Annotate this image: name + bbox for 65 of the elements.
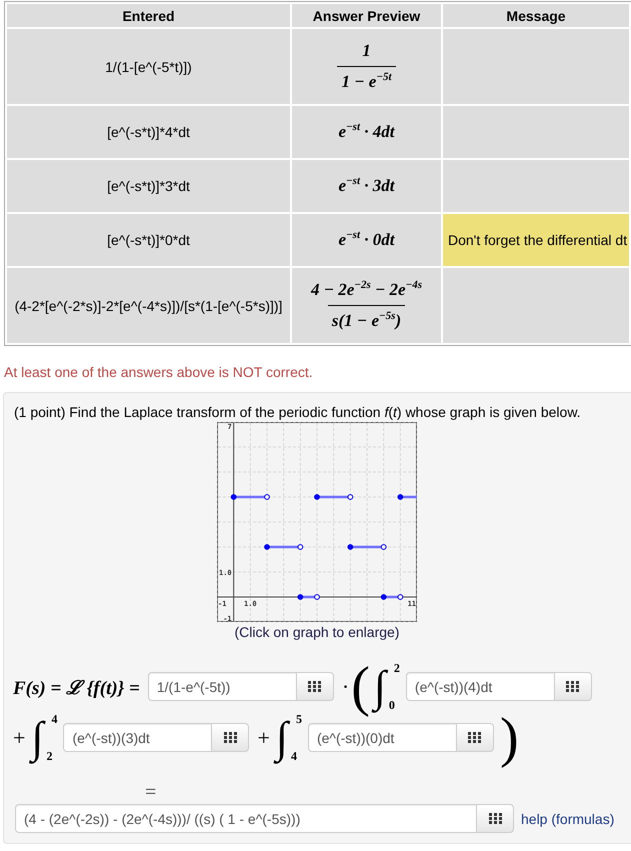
column-header: Entered — [7, 4, 290, 27]
answer-field[interactable]: 1/(1-e^(-5t)) — [148, 672, 296, 701]
math-expression: e$^{−st}$ · 0dt — [338, 230, 395, 249]
open-endpoint — [397, 594, 404, 600]
math-expression: e$^{−st}$ · 4dt — [338, 122, 395, 141]
table-cell: (4-2*[e^(-2*s)]-2*[e^(-4*s)])/[s*(1-[e^(-5*s)])] — [7, 268, 290, 343]
closed-endpoint — [380, 594, 387, 600]
grid-icon — [488, 813, 502, 824]
operator-sign: + — [13, 724, 26, 750]
integral-sign: ∫ — [374, 662, 387, 712]
equation-editor-button[interactable] — [554, 672, 592, 701]
operator-sign: + — [257, 724, 270, 750]
parenthesis: ) — [500, 710, 519, 766]
equation-editor-button[interactable] — [296, 672, 334, 701]
denominator: 1 − e$^{−5t}$ — [337, 66, 396, 96]
denominator: s(1 − e$^{−5s}$) — [328, 305, 406, 335]
grid-icon — [224, 732, 237, 743]
table-cell: 1/(1-[e^(-5*t)]) — [7, 29, 290, 104]
numerator: 1 — [361, 40, 372, 62]
equation-editor-button[interactable] — [476, 804, 514, 833]
grid-icon — [308, 681, 322, 692]
closed-endpoint — [397, 494, 404, 500]
equation-editor-button[interactable] — [211, 723, 250, 752]
answer-field[interactable]: (e^(-st))(3)dt — [63, 723, 212, 752]
answer-field[interactable]: (e^(-st))(0)dt — [308, 723, 456, 752]
integral-sign: ∫ — [31, 712, 44, 762]
open-endpoint — [314, 594, 320, 600]
upper-limit: 5 — [296, 712, 302, 726]
closed-endpoint — [297, 594, 304, 600]
answer-field[interactable]: (4 - (2e^(-2s)) - (2e^(-4s)))/ ((s) ( 1 - e^(-5s))) — [15, 804, 476, 833]
grid-icon — [566, 681, 580, 692]
lower-limit: 4 — [290, 750, 297, 762]
result-message: At least one of the answers above is NOT correct. — [4, 363, 314, 381]
table-cell: [e^(-s*t)]*0*dt — [7, 214, 290, 266]
open-endpoint — [297, 544, 304, 550]
numerator: 4 − 2e$^{−2s}$ − 2e$^{−4s}$ — [310, 278, 424, 301]
upper-limit: 2 — [394, 662, 400, 674]
closed-endpoint — [314, 494, 320, 500]
plot-background[interactable] — [217, 422, 417, 622]
help-link[interactable]: help (formulas) — [521, 810, 614, 826]
message-cell: Don't forget the differential dt — [443, 214, 629, 266]
column-header: Message — [443, 4, 629, 27]
table-cell: [e^(-s*t)]*4*dt — [7, 106, 290, 158]
equals-sign: = — [145, 781, 156, 803]
math-expression: e$^{−st}$ · 3dt — [338, 176, 395, 195]
equation-editor-button[interactable] — [456, 723, 494, 752]
closed-endpoint — [230, 494, 237, 500]
operator-sign: · — [342, 674, 350, 700]
table-cell: [e^(-s*t)]*3*dt — [7, 160, 290, 212]
open-endpoint — [380, 544, 387, 550]
open-endpoint — [347, 494, 354, 500]
integral-sign: ∫ — [276, 712, 289, 762]
answer-field[interactable]: (e^(-st))(4)dt — [406, 672, 554, 701]
grid-icon — [468, 732, 482, 743]
upper-limit: 4 — [51, 712, 58, 726]
column-header: Answer Preview — [292, 4, 441, 27]
open-endpoint — [264, 494, 270, 500]
closed-endpoint — [347, 544, 354, 550]
closed-endpoint — [264, 544, 270, 550]
problem-statement: (1 point) Find the Laplace transform of the periodic function f(t) whose graph is given below. — [14, 403, 582, 422]
math-expression: F(s) = ℒ {f(t)} = — [13, 676, 140, 700]
lower-limit: 2 — [46, 750, 52, 762]
graph-caption[interactable]: (Click on graph to enlarge) — [234, 623, 400, 641]
parenthesis: ( — [351, 658, 370, 714]
lower-limit: 0 — [388, 698, 395, 712]
